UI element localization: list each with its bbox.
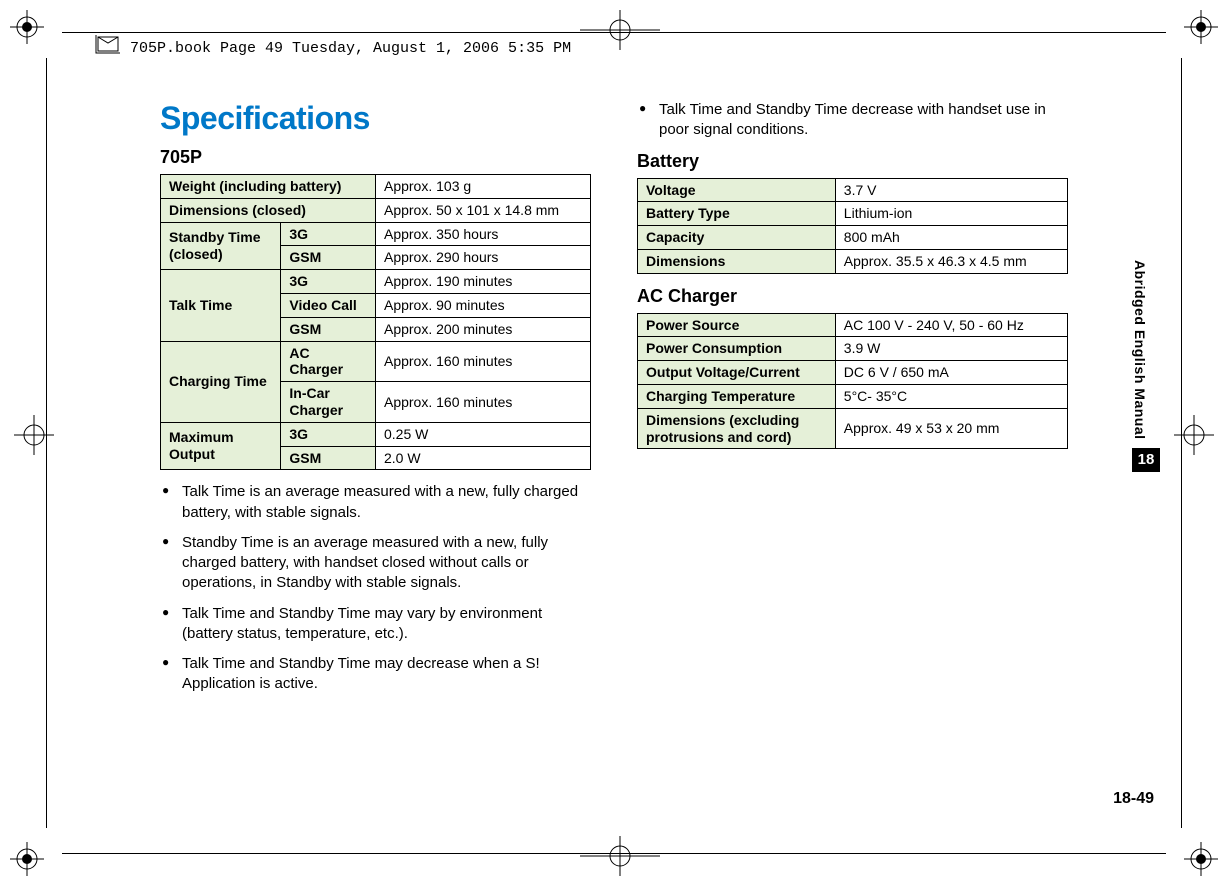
voltage-label: Voltage bbox=[638, 178, 836, 202]
side-label: Abridged English Manual bbox=[1132, 260, 1148, 440]
talk-videocall-label: Video Call bbox=[281, 293, 376, 317]
charger-dimensions-value: Approx. 49 x 53 x 20 mm bbox=[835, 408, 1067, 449]
right-column: Talk Time and Standby Time decrease with… bbox=[637, 100, 1068, 786]
output-voltage-label: Output Voltage/Current bbox=[638, 361, 836, 385]
note-item: Talk Time and Standby Time may decrease … bbox=[160, 654, 591, 695]
page-number: 18-49 bbox=[1113, 790, 1154, 808]
note-item: Talk Time and Standby Time decrease with… bbox=[637, 100, 1068, 141]
table-row: Dimensions (closed) Approx. 50 x 101 x 1… bbox=[161, 198, 591, 222]
capacity-label: Capacity bbox=[638, 226, 836, 250]
charge-incar-label: In-Car Charger bbox=[281, 382, 376, 423]
specifications-heading: Specifications bbox=[160, 100, 591, 137]
model-heading: 705P bbox=[160, 147, 591, 168]
charge-ac-value: Approx. 160 minutes bbox=[375, 341, 590, 382]
registration-mark-icon bbox=[10, 10, 44, 44]
table-row: Battery TypeLithium-ion bbox=[638, 202, 1068, 226]
framemaker-book-icon bbox=[94, 33, 124, 62]
table-row: Output Voltage/CurrentDC 6 V / 650 mA bbox=[638, 361, 1068, 385]
output-voltage-value: DC 6 V / 650 mA bbox=[835, 361, 1067, 385]
charging-time-label: Charging Time bbox=[161, 341, 281, 422]
note-item: Talk Time and Standby Time may vary by e… bbox=[160, 604, 591, 645]
registration-mark-icon bbox=[1184, 10, 1218, 44]
table-row: DimensionsApprox. 35.5 x 46.3 x 4.5 mm bbox=[638, 249, 1068, 273]
table-row: Power Consumption3.9 W bbox=[638, 337, 1068, 361]
capacity-value: 800 mAh bbox=[835, 226, 1067, 250]
table-row: Charging Temperature5°C- 35°C bbox=[638, 385, 1068, 409]
crop-cross-icon bbox=[14, 415, 54, 455]
talk-videocall-value: Approx. 90 minutes bbox=[375, 293, 590, 317]
spec-table-accharger: Power SourceAC 100 V - 240 V, 50 - 60 Hz… bbox=[637, 313, 1068, 450]
charge-incar-value: Approx. 160 minutes bbox=[375, 382, 590, 423]
standby-gsm-value: Approx. 290 hours bbox=[375, 246, 590, 270]
weight-label: Weight (including battery) bbox=[161, 175, 376, 199]
power-consumption-label: Power Consumption bbox=[638, 337, 836, 361]
table-row: Capacity800 mAh bbox=[638, 226, 1068, 250]
talk-3g-label: 3G bbox=[281, 270, 376, 294]
spec-table-battery: Voltage3.7 V Battery TypeLithium-ion Cap… bbox=[637, 178, 1068, 274]
max-gsm-label: GSM bbox=[281, 446, 376, 470]
max-output-label: Maximum Output bbox=[161, 422, 281, 470]
battery-heading: Battery bbox=[637, 151, 1068, 172]
talk-gsm-value: Approx. 200 minutes bbox=[375, 317, 590, 341]
table-row: Dimensions (excluding protrusions and co… bbox=[638, 408, 1068, 449]
crop-cross-icon bbox=[1174, 415, 1214, 455]
max-3g-label: 3G bbox=[281, 422, 376, 446]
battery-type-value: Lithium-ion bbox=[835, 202, 1067, 226]
weight-value: Approx. 103 g bbox=[375, 175, 590, 199]
max-3g-value: 0.25 W bbox=[375, 422, 590, 446]
crop-cross-icon bbox=[580, 836, 660, 876]
charge-ac-label: AC Charger bbox=[281, 341, 376, 382]
voltage-value: 3.7 V bbox=[835, 178, 1067, 202]
battery-dimensions-value: Approx. 35.5 x 46.3 x 4.5 mm bbox=[835, 249, 1067, 273]
left-column: Specifications 705P Weight (including ba… bbox=[160, 100, 591, 786]
talk-time-label: Talk Time bbox=[161, 270, 281, 341]
note-item: Standby Time is an average measured with… bbox=[160, 533, 591, 594]
dimensions-value: Approx. 50 x 101 x 14.8 mm bbox=[375, 198, 590, 222]
standby-gsm-label: GSM bbox=[281, 246, 376, 270]
power-source-label: Power Source bbox=[638, 313, 836, 337]
frame-metadata-header: 705P.book Page 49 Tuesday, August 1, 200… bbox=[130, 40, 571, 57]
spec-table-705p: Weight (including battery) Approx. 103 g… bbox=[160, 174, 591, 470]
table-row: Talk Time 3G Approx. 190 minutes bbox=[161, 270, 591, 294]
charging-temp-value: 5°C- 35°C bbox=[835, 385, 1067, 409]
talk-3g-value: Approx. 190 minutes bbox=[375, 270, 590, 294]
ac-charger-heading: AC Charger bbox=[637, 286, 1068, 307]
charger-dimensions-label: Dimensions (excluding protrusions and co… bbox=[638, 408, 836, 449]
charging-temp-label: Charging Temperature bbox=[638, 385, 836, 409]
table-row: Maximum Output 3G 0.25 W bbox=[161, 422, 591, 446]
table-row: Weight (including battery) Approx. 103 g bbox=[161, 175, 591, 199]
chapter-number-badge: 18 bbox=[1132, 448, 1160, 472]
note-item: Talk Time is an average measured with a … bbox=[160, 482, 591, 523]
table-row: Voltage3.7 V bbox=[638, 178, 1068, 202]
table-row: Charging Time AC Charger Approx. 160 min… bbox=[161, 341, 591, 382]
table-row: Standby Time (closed) 3G Approx. 350 hou… bbox=[161, 222, 591, 246]
talk-gsm-label: GSM bbox=[281, 317, 376, 341]
max-gsm-value: 2.0 W bbox=[375, 446, 590, 470]
standby-3g-value: Approx. 350 hours bbox=[375, 222, 590, 246]
dimensions-label: Dimensions (closed) bbox=[161, 198, 376, 222]
registration-mark-icon bbox=[1184, 842, 1218, 876]
crop-cross-icon bbox=[580, 10, 660, 50]
notes-list-left: Talk Time is an average measured with a … bbox=[160, 482, 591, 694]
standby-3g-label: 3G bbox=[281, 222, 376, 246]
table-row: Power SourceAC 100 V - 240 V, 50 - 60 Hz bbox=[638, 313, 1068, 337]
side-tab: Abridged English Manual 18 bbox=[1132, 260, 1162, 472]
power-consumption-value: 3.9 W bbox=[835, 337, 1067, 361]
power-source-value: AC 100 V - 240 V, 50 - 60 Hz bbox=[835, 313, 1067, 337]
registration-mark-icon bbox=[10, 842, 44, 876]
battery-dimensions-label: Dimensions bbox=[638, 249, 836, 273]
notes-list-right: Talk Time and Standby Time decrease with… bbox=[637, 100, 1068, 141]
battery-type-label: Battery Type bbox=[638, 202, 836, 226]
standby-time-label: Standby Time (closed) bbox=[161, 222, 281, 270]
